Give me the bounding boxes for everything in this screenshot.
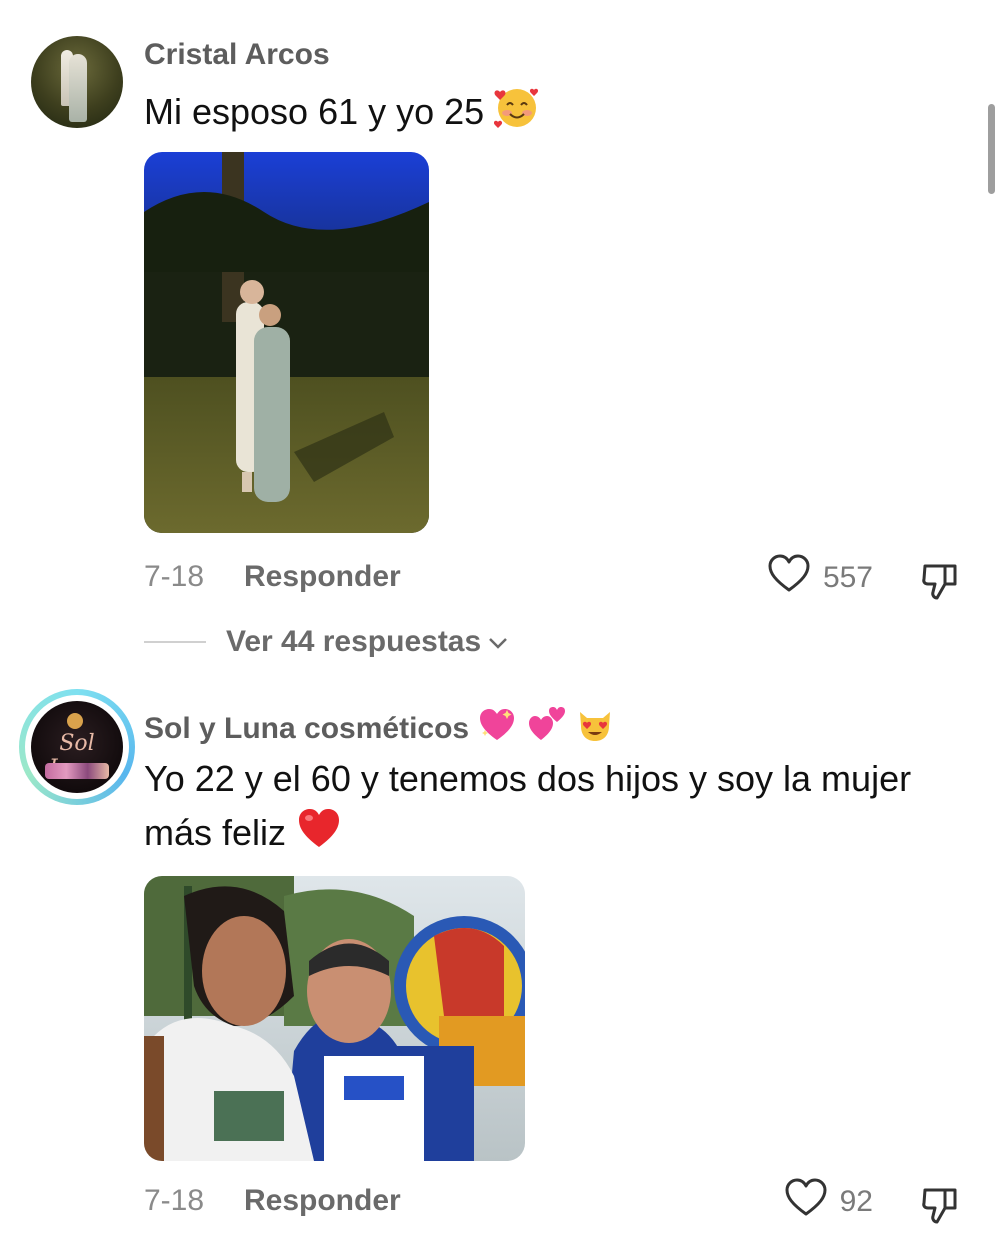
sun-icon (67, 713, 83, 729)
scrollbar[interactable] (988, 104, 995, 194)
divider (144, 641, 206, 643)
heart-outline-icon (784, 1178, 828, 1226)
comment-text-content: Yo 22 y el 60 y tenemos dos hijos y soy … (144, 758, 912, 853)
comment-date: 7-18 (144, 1184, 205, 1217)
dislike-icon[interactable] (919, 558, 963, 602)
view-replies-button[interactable]: Ver 44 respuestas (144, 622, 509, 662)
two-hearts-icon (527, 706, 567, 752)
comment-meta: 7-18 Responder 557 (144, 554, 963, 600)
comment-username-row[interactable]: Sol y Luna cosméticos (144, 706, 615, 752)
reply-button[interactable]: Responder (244, 1184, 401, 1218)
comment-username[interactable]: Sol y Luna cosméticos (144, 712, 469, 746)
avatar[interactable]: Sol Luna (31, 701, 123, 793)
comment-photo[interactable] (144, 876, 525, 1161)
comment-photo[interactable] (144, 152, 429, 533)
comment-text-content: Mi esposo 61 y yo 25 (144, 91, 485, 133)
heart-outline-icon (767, 554, 811, 602)
comment-date: 7-18 (144, 560, 205, 593)
chevron-down-icon (487, 625, 509, 659)
like-button[interactable]: 557 (767, 554, 873, 598)
smiling-face-with-hearts-icon (494, 84, 540, 145)
reply-button[interactable]: Responder (244, 560, 401, 594)
comment-text: Mi esposo 61 y yo 25 (144, 84, 540, 145)
view-replies-label: Ver 44 respuestas (226, 625, 482, 658)
heart-eyes-cat-icon (575, 706, 615, 752)
cosmetics-graphic (45, 763, 109, 779)
avatar[interactable] (31, 36, 123, 128)
sparkling-heart-icon (477, 706, 517, 752)
dislike-icon[interactable] (919, 1182, 963, 1226)
like-count: 557 (822, 561, 873, 594)
comment-item: Cristal Arcos Mi esposo 61 y yo 25 7-18 … (0, 0, 1003, 680)
like-button[interactable]: 92 (784, 1178, 873, 1222)
comment-username[interactable]: Cristal Arcos (144, 38, 330, 72)
comment-text: Yo 22 y el 60 y tenemos dos hijos y soy … (144, 752, 944, 864)
comment-meta: 7-18 Responder 92 (144, 1178, 963, 1224)
red-heart-icon (296, 807, 342, 864)
like-count: 92 (839, 1185, 873, 1218)
